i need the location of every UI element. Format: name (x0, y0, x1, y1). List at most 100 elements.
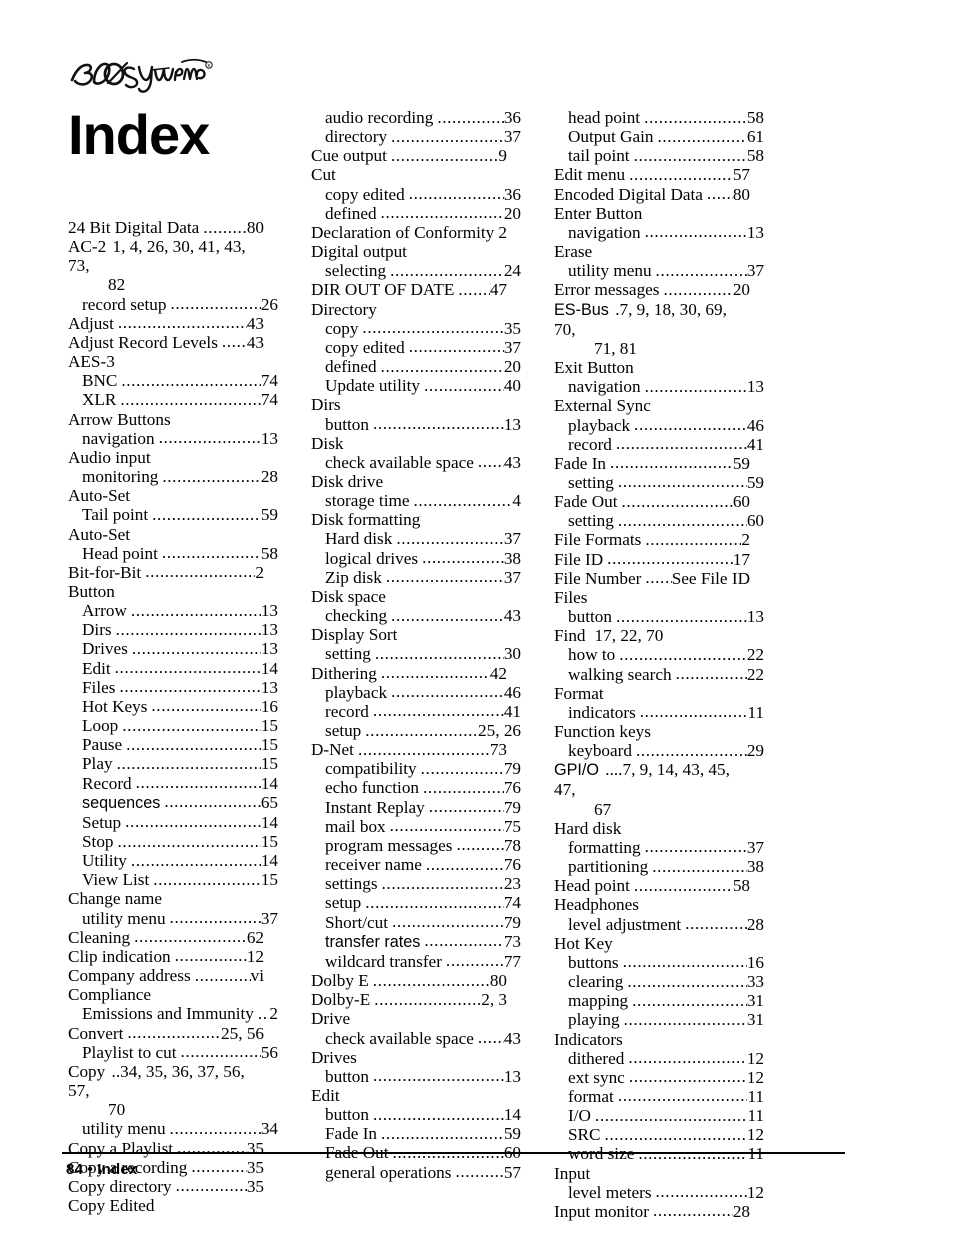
index-entry: Loop 15 (68, 716, 278, 735)
index-entry: Fade In 59 (311, 1124, 521, 1143)
index-entry-term: button (568, 607, 612, 627)
index-entry-leader-dots (640, 702, 748, 721)
index-entry-page-number: 36 (503, 184, 521, 204)
index-entry-page-number: 30 (503, 644, 521, 664)
index-entry-term: Copy (68, 1061, 106, 1081)
index-entry-term: receiver name (325, 855, 422, 875)
index-entry-term: Compliance (68, 985, 152, 1005)
index-entry-leader-dots (607, 549, 733, 568)
index-entry: Pause 15 (68, 735, 278, 754)
index-entry-page-number: 25, 26 (478, 721, 521, 740)
index-entry-term: setting (325, 644, 371, 664)
index-entry-leader-dots (125, 812, 261, 831)
index-entry: Cleaning 62 (68, 928, 264, 947)
index-entry-leader-dots (676, 664, 747, 683)
index-entry-page-number: 13 (260, 677, 278, 697)
index-entry-leader-dots (458, 280, 489, 299)
index-entry: Indicators (554, 1030, 750, 1049)
index-entry-leader-dots (159, 428, 261, 447)
index-entry: buttons 16 (554, 953, 764, 972)
index-entry-term: Short/cut (325, 912, 389, 932)
index-entry: button 14 (311, 1105, 521, 1124)
index-entry: Dolby-E 2, 3 (311, 990, 507, 1009)
index-entry-term: Adjust Record Levels (68, 332, 218, 352)
index-entry: receiver name 76 (311, 855, 521, 874)
index-entry-page-number: 24 (503, 261, 521, 281)
index-entry-leader-dots (121, 371, 260, 390)
index-entry-leader-dots (131, 851, 261, 870)
index-entry-term: Update utility (325, 376, 420, 396)
index-entry-term: Head point (82, 543, 158, 563)
index-entry-term: Drives (311, 1047, 357, 1067)
index-entry-term: Utility (82, 851, 127, 871)
index-entry-page-number: 33 (746, 972, 764, 992)
index-entry: button 13 (311, 1067, 521, 1086)
index-entry: Playlist to cut 56 (68, 1043, 278, 1062)
index-entry-page-number: See File ID (671, 568, 750, 588)
index-entry-leader-dots (392, 912, 504, 931)
index-entry-term: Copy Edited (68, 1195, 155, 1215)
index-entry-term: Erase (554, 242, 593, 262)
index-entry-leader-dots (652, 857, 747, 876)
index-entry-leader-dots (373, 1105, 504, 1124)
index-entry-term: checking (325, 606, 388, 626)
index-entry-page-number: 20 (732, 280, 750, 300)
index-entry-leader-dots (382, 874, 504, 893)
index-entry: Record 14 (68, 774, 278, 793)
index-entry-page-number: 79 (503, 912, 521, 932)
index-entry: Bit-for-Bit 2 (68, 563, 264, 582)
index-entry: storage time 4 (311, 491, 521, 510)
index-entry-term: clearing (568, 972, 624, 992)
index-entry-leader-dots (595, 1106, 748, 1125)
index-entry: walking search 22 (554, 665, 764, 684)
index-entry-page-number: 37 (260, 908, 278, 928)
index-entry-term: Bit-for-Bit (68, 562, 142, 582)
index-entry-term: defined (325, 357, 377, 377)
index-entry: record 41 (311, 702, 521, 721)
index-entry-leader-dots (456, 835, 503, 854)
index-entry-leader-dots (645, 568, 671, 587)
index-entry-page-number: 74 (260, 371, 278, 391)
index-entry-term: level meters (568, 1182, 652, 1202)
index-entry: Headphones (554, 895, 750, 914)
index-entry-page-number: 47 (489, 280, 507, 300)
index-entry-leader-dots (386, 567, 504, 586)
index-entry: View List 15 (68, 870, 278, 889)
index-entry-term: setting (568, 511, 614, 531)
index-entry-leader-dots (421, 759, 504, 778)
index-entry-term: Hot Key (554, 933, 613, 953)
index-entry-leader-dots (623, 952, 747, 971)
index-entry-page-number: 78 (503, 835, 521, 855)
index-entry: program messages 78 (311, 836, 521, 855)
index-entry-term: Input (554, 1163, 591, 1183)
index-entry: Encoded Digital Data 80 (554, 185, 750, 204)
index-entry: Compliance (68, 985, 264, 1004)
index-entry-leader-dots (634, 415, 747, 434)
index-entry-page-number: 56 (260, 1042, 278, 1062)
index-entry-leader-dots (446, 951, 504, 970)
index-entry-term: settings (325, 874, 378, 894)
index-entry: general operations 57 (311, 1163, 521, 1182)
index-entry-term: record (325, 701, 369, 721)
index-entry: Find 17, 22, 70 (554, 626, 750, 645)
index-entry-page-number: 74 (503, 893, 521, 913)
index-entry: Adjust Record Levels 43 (68, 333, 264, 352)
index-entry-leader-dots (478, 1028, 504, 1047)
index-entry-leader-dots (424, 376, 504, 395)
index-entry-term: Edit (82, 658, 111, 678)
index-entry: Declaration of Conformity2 (311, 223, 507, 242)
index-entry-page-number: 13 (503, 1066, 521, 1086)
index-entry: Files (554, 588, 750, 607)
index-entry-term: setup (325, 721, 362, 740)
index-entry-term: AC-2 (68, 237, 107, 257)
index-entry-page-number: 14 (503, 1105, 521, 1125)
index-entry: monitoring 28 (68, 467, 278, 486)
index-entry-page-number: 13 (260, 428, 278, 448)
index-entry-term: Find (554, 626, 586, 646)
index-entry-page-number: 59 (732, 453, 750, 473)
index-entry-page-number: 15 (260, 754, 278, 774)
index-entry-page-number: 11 (747, 1144, 764, 1163)
index-entry-page-number: 41 (503, 701, 521, 721)
index-entry-page-number: 40 (503, 376, 521, 396)
index-entry-term: formatting (568, 837, 641, 857)
